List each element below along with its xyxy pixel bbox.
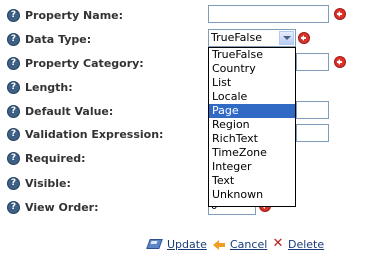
data-type-selected-value: TrueFalse <box>211 31 262 44</box>
help-icon[interactable]: ? <box>7 32 20 46</box>
dropdown-option[interactable]: TrueFalse <box>209 48 295 62</box>
chevron-down-icon[interactable] <box>279 31 294 45</box>
row-validation-expression: ? Validation Expression: <box>7 124 163 144</box>
help-icon[interactable]: ? <box>7 56 20 70</box>
cancel-action[interactable]: Cancel <box>212 236 267 252</box>
help-icon[interactable]: ? <box>7 200 20 214</box>
row-view-order: ? View Order: <box>7 197 98 217</box>
help-icon[interactable]: ? <box>7 104 20 118</box>
property-name-label: Property Name: <box>25 8 124 22</box>
required-icon <box>298 32 310 44</box>
default-value-label: Default Value: <box>25 104 114 118</box>
property-category-label: Property Category: <box>25 56 144 70</box>
help-icon[interactable]: ? <box>7 151 20 165</box>
dropdown-option[interactable]: Integer <box>209 160 295 174</box>
dropdown-option-highlighted[interactable]: Page <box>209 104 295 118</box>
dropdown-option[interactable]: RichText <box>209 132 295 146</box>
cancel-link[interactable]: Cancel <box>230 238 267 251</box>
delete-icon[interactable]: ✕ <box>272 237 284 251</box>
dropdown-option[interactable]: Unknown <box>209 188 295 202</box>
dropdown-option[interactable]: Region <box>209 118 295 132</box>
length-label: Length: <box>25 80 73 94</box>
row-required: ? Required: <box>7 148 86 168</box>
row-default-value: ? Default Value: <box>7 101 113 121</box>
help-icon[interactable]: ? <box>7 8 20 22</box>
help-icon[interactable]: ? <box>7 80 20 94</box>
row-property-category: ? Property Category: <box>7 53 144 73</box>
validation-expression-label: Validation Expression: <box>25 127 164 141</box>
delete-link[interactable]: Delete <box>288 238 324 251</box>
default-value-input[interactable] <box>296 101 329 119</box>
dropdown-option[interactable]: Text <box>209 174 295 188</box>
required-icon <box>334 8 346 20</box>
validation-expression-input[interactable] <box>296 124 329 142</box>
update-link[interactable]: Update <box>167 238 207 251</box>
data-type-dropdown-list[interactable]: TrueFalse Country List Locale Page Regio… <box>208 47 296 207</box>
update-action[interactable]: Update <box>147 236 207 252</box>
delete-action[interactable]: ✕ Delete <box>272 236 325 252</box>
dropdown-option[interactable]: Locale <box>209 90 295 104</box>
dropdown-option[interactable]: TimeZone <box>209 146 295 160</box>
row-length: ? Length: <box>7 77 73 97</box>
help-icon[interactable]: ? <box>7 176 20 190</box>
help-icon[interactable]: ? <box>7 127 20 141</box>
row-property-name: ? Property Name: <box>7 5 123 25</box>
property-category-input[interactable] <box>296 53 329 71</box>
cancel-icon[interactable] <box>212 237 226 251</box>
update-icon[interactable] <box>147 237 163 251</box>
data-type-select[interactable]: TrueFalse <box>208 29 296 47</box>
property-name-input[interactable] <box>208 5 329 23</box>
dropdown-option[interactable]: List <box>209 76 295 90</box>
row-data-type: ? Data Type: <box>7 29 91 49</box>
required-icon <box>334 56 346 68</box>
view-order-label: View Order: <box>25 200 99 214</box>
visible-label: Visible: <box>25 176 71 190</box>
required-label: Required: <box>25 151 86 165</box>
dropdown-option[interactable]: Country <box>209 62 295 76</box>
data-type-label: Data Type: <box>25 32 92 46</box>
row-visible: ? Visible: <box>7 173 71 193</box>
